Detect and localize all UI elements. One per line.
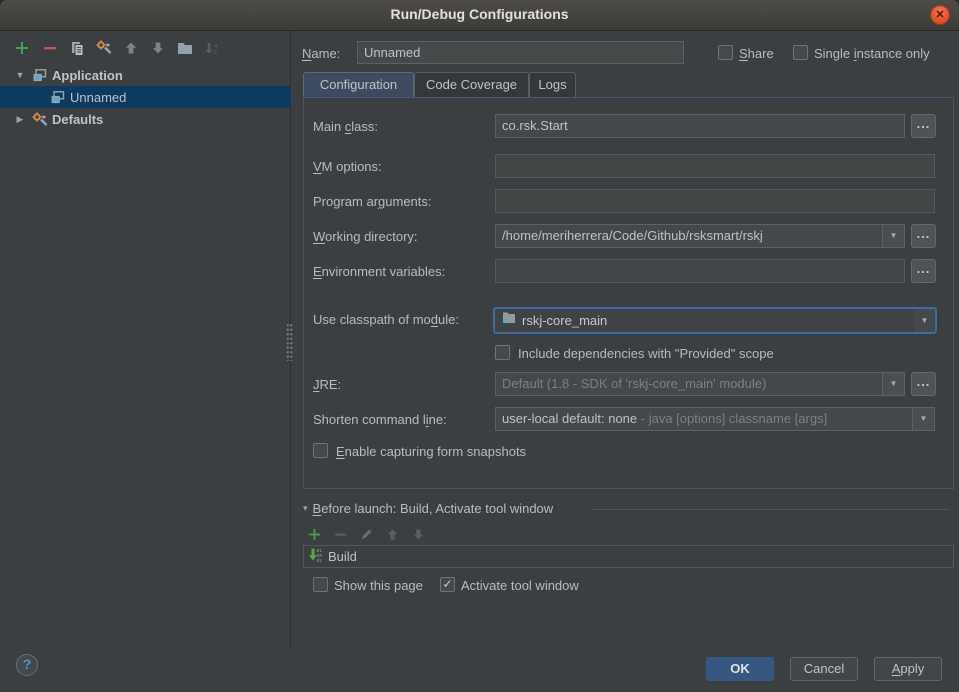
run-debug-configurations-dialog: Run/Debug Configurations ✕ az ▼ Applicat…	[0, 0, 959, 692]
before-launch-add-icon[interactable]	[306, 526, 322, 542]
remove-configuration-icon[interactable]	[41, 39, 59, 57]
working-directory-browse-button[interactable]: ...	[911, 224, 936, 248]
main-class-row: Main class: co.rsk.Start ...	[313, 114, 936, 140]
use-classpath-label: Use classpath of module:	[313, 312, 459, 327]
move-up-icon[interactable]	[122, 39, 140, 57]
program-arguments-label: Program arguments:	[313, 194, 432, 209]
environment-variables-label: Environment variables:	[313, 264, 445, 279]
apply-button[interactable]: Apply	[874, 657, 942, 681]
tree-collapsed-icon[interactable]: ▶	[14, 114, 26, 125]
defaults-settings-icon	[32, 111, 48, 127]
before-launch-header[interactable]: ▾ Before launch: Build, Activate tool wi…	[303, 501, 553, 516]
dropdown-arrow-icon[interactable]: ▼	[882, 373, 904, 395]
jre-row: JRE: Default (1.8 - SDK of 'rskj-core_ma…	[313, 372, 936, 398]
show-this-page-label: Show this page	[334, 578, 423, 593]
shorten-command-line-combobox[interactable]: user-local default: none - java [options…	[495, 407, 935, 431]
capture-snapshots-label: Enable capturing form snapshots	[336, 444, 526, 459]
tab-code-coverage[interactable]: Code Coverage	[414, 72, 529, 98]
before-launch-divider	[592, 509, 950, 510]
module-icon	[501, 309, 517, 332]
include-provided-row: Include dependencies with "Provided" sco…	[313, 344, 936, 370]
environment-variables-input[interactable]	[495, 259, 905, 283]
tree-label-application: Application	[52, 68, 123, 83]
move-down-icon[interactable]	[149, 39, 167, 57]
environment-variables-row: Environment variables: ...	[313, 259, 936, 285]
environment-variables-browse-button[interactable]: ...	[911, 259, 936, 283]
cancel-button[interactable]: Cancel	[790, 657, 858, 681]
build-step-icon: 011001	[307, 547, 323, 566]
before-launch-title: Before launch: Build, Activate tool wind…	[313, 501, 554, 516]
before-launch-move-up-icon[interactable]	[384, 526, 400, 542]
sort-configurations-icon[interactable]: az	[203, 39, 221, 57]
include-provided-checkbox[interactable]	[495, 345, 510, 360]
before-launch-edit-icon[interactable]	[358, 526, 374, 542]
tree-node-unnamed[interactable]: Unnamed	[0, 86, 291, 108]
single-instance-checkbox[interactable]	[793, 45, 808, 60]
before-launch-list: 011001 Build	[303, 545, 954, 568]
tree-label-defaults: Defaults	[52, 112, 103, 127]
jre-label: JRE:	[313, 377, 341, 392]
activate-tool-window-checkbox[interactable]: ✓	[440, 577, 455, 592]
tree-node-defaults[interactable]: ▶ Defaults	[0, 108, 291, 130]
capture-snapshots-checkbox[interactable]	[313, 443, 328, 458]
collapse-icon[interactable]: ▾	[303, 503, 308, 514]
share-label: Share	[739, 46, 774, 61]
jre-browse-button[interactable]: ...	[911, 372, 936, 396]
vm-options-label: VM options:	[313, 159, 382, 174]
program-arguments-row: Program arguments:	[313, 189, 936, 215]
shorten-command-line-row: Shorten command line: user-local default…	[313, 407, 936, 433]
tab-logs[interactable]: Logs	[529, 72, 576, 98]
vm-options-input[interactable]	[495, 154, 935, 178]
program-arguments-input[interactable]	[495, 189, 935, 213]
add-configuration-icon[interactable]	[13, 39, 31, 57]
close-icon[interactable]: ✕	[930, 5, 950, 25]
capture-snapshots-row: Enable capturing form snapshots	[313, 442, 936, 468]
ok-button[interactable]: OK	[706, 657, 774, 681]
window-title: Run/Debug Configurations	[0, 0, 959, 29]
svg-text:z: z	[214, 49, 217, 56]
name-label: Name:	[302, 46, 340, 61]
single-instance-label: Single instance only	[814, 46, 930, 61]
share-checkbox[interactable]	[718, 45, 733, 60]
application-type-icon	[50, 89, 66, 105]
use-classpath-combobox[interactable]: rskj-core_main ▼	[493, 307, 937, 334]
vm-options-row: VM options:	[313, 154, 936, 180]
folder-group-icon[interactable]	[176, 39, 194, 57]
dropdown-arrow-icon[interactable]: ▼	[914, 309, 935, 332]
dropdown-arrow-icon[interactable]: ▼	[882, 225, 904, 247]
edit-defaults-icon[interactable]	[95, 39, 113, 57]
dropdown-arrow-icon[interactable]: ▼	[912, 408, 934, 430]
before-launch-move-down-icon[interactable]	[410, 526, 426, 542]
tab-configuration[interactable]: Configuration	[303, 72, 414, 98]
main-class-label: Main class:	[313, 119, 378, 134]
svg-text:a: a	[214, 42, 218, 49]
jre-combobox[interactable]: Default (1.8 - SDK of 'rskj-core_main' m…	[495, 372, 905, 396]
before-launch-item-build[interactable]: Build	[328, 549, 357, 564]
help-icon[interactable]: ?	[16, 654, 38, 676]
tree-label-unnamed: Unnamed	[70, 90, 126, 105]
name-input[interactable]: Unnamed	[357, 41, 684, 64]
include-provided-label: Include dependencies with "Provided" sco…	[518, 346, 774, 361]
working-directory-label: Working directory:	[313, 229, 418, 244]
working-directory-combobox[interactable]: /home/meriherrera/Code/Github/rsksmart/r…	[495, 224, 905, 248]
tree-expanded-icon[interactable]: ▼	[14, 70, 26, 80]
use-classpath-row: Use classpath of module: rskj-core_main …	[313, 307, 936, 333]
shorten-command-line-label: Shorten command line:	[313, 412, 447, 427]
svg-text:01: 01	[317, 558, 323, 563]
tree-node-application[interactable]: ▼ Application	[0, 64, 291, 86]
splitter-handle[interactable]	[286, 323, 293, 361]
working-directory-row: Working directory: /home/meriherrera/Cod…	[313, 224, 936, 250]
main-class-input[interactable]: co.rsk.Start	[495, 114, 905, 138]
application-type-icon	[32, 67, 48, 83]
titlebar[interactable]: Run/Debug Configurations ✕	[0, 0, 959, 31]
before-launch-remove-icon[interactable]	[332, 526, 348, 542]
show-this-page-checkbox[interactable]	[313, 577, 328, 592]
main-class-browse-button[interactable]: ...	[911, 114, 936, 138]
activate-tool-window-label: Activate tool window	[461, 578, 579, 593]
copy-configuration-icon[interactable]	[68, 39, 86, 57]
